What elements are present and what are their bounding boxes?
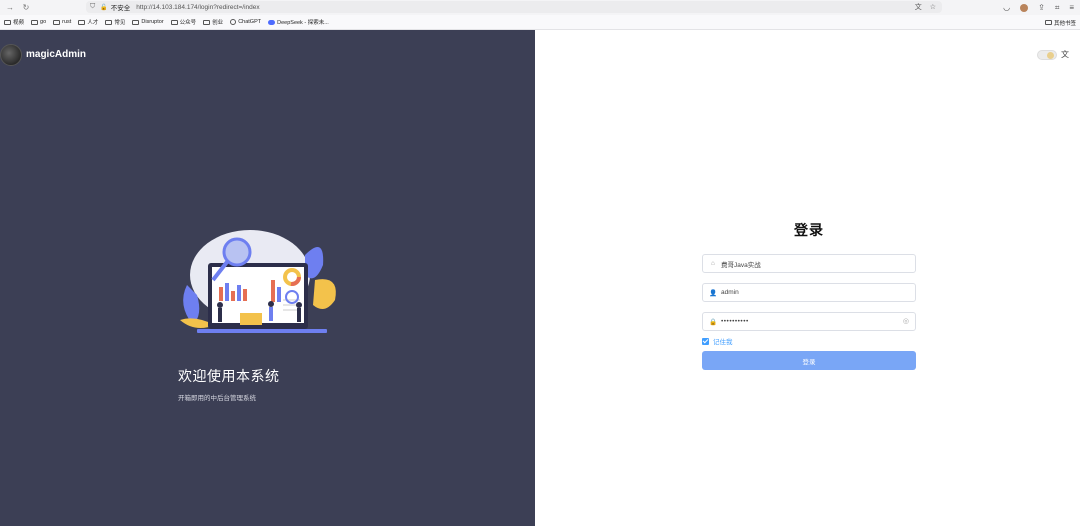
bookmark-item[interactable]: 公众号 [170,18,196,26]
bookmark-item[interactable]: 创业 [203,18,223,26]
extensions-icon[interactable]: ⇪ [1038,3,1045,12]
bookmark-item[interactable]: rust [53,19,71,25]
bookmark-item[interactable]: 视频 [4,18,24,26]
bookmark-item[interactable]: Disruptor [132,19,164,25]
password-field[interactable]: 🔒 •••••••••• ◎ [702,312,916,331]
folder-icon [203,19,211,25]
folder-icon [105,19,113,25]
shield-icon: ⛉ [90,3,96,10]
welcome-title: 欢迎使用本系统 [178,368,280,384]
bookmark-item[interactable]: DeepSeek - 探索未... [268,18,329,26]
dashboard-illustration [180,230,336,333]
deepseek-icon [268,19,276,25]
globe-icon [230,19,237,25]
remember-checkbox[interactable] [702,337,709,345]
folder-icon [132,19,140,25]
toggle-knob [1047,52,1054,59]
login-panel: 文 登录 ⌂ 费哥Java实战 👤 admin 🔒 •••••••••• ◎ 记… [535,30,1080,526]
theme-toggle[interactable] [1037,50,1057,60]
remember-label: 记住我 [713,339,733,346]
bookmark-item[interactable]: 人才 [78,18,98,26]
address-bar[interactable]: ⛉ 🔓 不安全 http://14.103.184.174/login?redi… [86,1,942,13]
reload-icon[interactable]: ↻ [20,2,32,14]
folder-icon [1044,20,1052,25]
lock-icon: 🔒 [709,318,718,326]
menu-icon[interactable]: ≡ [1069,3,1074,12]
tenant-field[interactable]: ⌂ 费哥Java实战 [702,254,916,273]
browser-toolbar: → ↻ ⛉ 🔓 不安全 http://14.103.184.174/login?… [0,0,1080,15]
folder-icon [4,19,11,25]
brand-name: magicAdmin [26,49,87,60]
login-button[interactable]: 登录 [702,351,916,370]
pocket-icon[interactable]: ◡ [1003,3,1010,12]
login-title: 登录 [794,222,824,238]
user-icon: 👤 [709,289,718,297]
username-field[interactable]: 👤 admin [702,283,916,302]
translate-page-icon[interactable]: 文 [915,2,922,12]
remember-me[interactable]: 记住我 [702,336,733,346]
other-bookmarks[interactable]: 其他书签 [1044,15,1076,30]
bookmark-item[interactable]: ChatGPT [230,19,261,25]
bookmark-item[interactable]: 常见 [105,18,125,26]
username-value: admin [721,289,739,296]
translate-icon[interactable]: 文 [1061,49,1069,60]
bookmark-item[interactable]: go [31,19,46,25]
folder-icon [78,19,86,25]
folder-icon [31,19,39,25]
folder-icon [170,19,178,25]
home-icon: ⌂ [711,260,715,267]
folder-icon [53,19,61,25]
crop-icon[interactable]: ⌗ [1055,3,1060,13]
bookmarks-bar: 视频 go rust 人才 常见 Disruptor 公众号 创业 ChatGP… [0,15,1080,30]
eye-icon[interactable]: ◎ [903,317,909,325]
lock-icon: 🔓 [100,4,108,11]
password-value: •••••••••• [721,318,749,325]
url-text[interactable]: http://14.103.184.174/login?redirect=/in… [136,4,259,11]
profile-icon[interactable] [1020,3,1029,12]
logo-avatar [0,44,22,66]
tenant-value: 费哥Java实战 [721,261,761,269]
star-icon[interactable]: ☆ [930,3,936,11]
back-icon[interactable]: → [4,2,16,14]
welcome-subtitle: 开箱即用的中后台管理系统 [178,395,256,402]
hero-panel: magicAdmin 欢迎使用本系统 开箱即用的中后台管理系统 [0,30,535,526]
security-label: 不安全 [110,5,131,12]
